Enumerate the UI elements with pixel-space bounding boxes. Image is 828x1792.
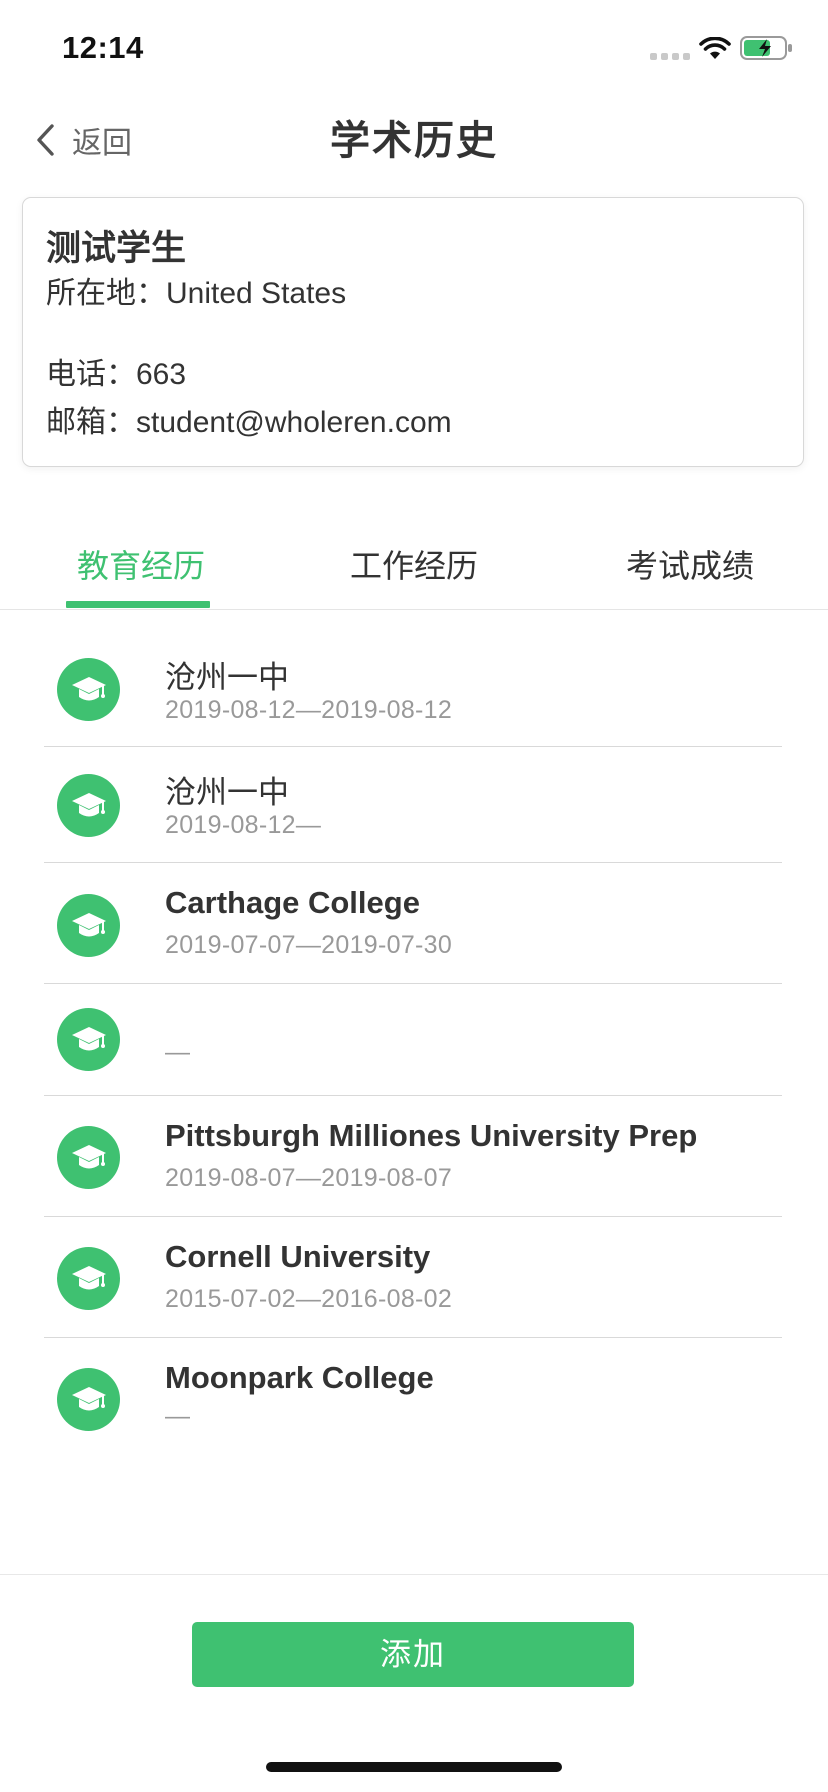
page-title: 学术历史 (330, 119, 498, 163)
add-button[interactable]: 添加 (192, 1622, 634, 1687)
date-range: 2019-08-12— (165, 811, 322, 839)
institution-name: Carthage College (165, 885, 420, 920)
date-range: 2019-08-12—2019-08-12 (165, 696, 453, 724)
date-range: 2015-07-02—2016-08-02 (165, 1285, 453, 1313)
bottom-divider (0, 1574, 828, 1575)
tab-exams[interactable]: 考试成绩 (626, 541, 754, 587)
student-location: 所在地：United States (46, 277, 347, 310)
graduation-cap-icon (57, 1368, 120, 1431)
date-range: 2019-08-07—2019-08-07 (165, 1164, 453, 1192)
tab-work[interactable]: 工作经历 (350, 541, 478, 587)
graduation-cap-icon (57, 894, 120, 957)
graduation-cap-icon (57, 1247, 120, 1310)
student-name: 测试学生 (46, 229, 187, 268)
list-item[interactable]: — (44, 984, 782, 1096)
date-range: — (165, 1038, 191, 1066)
battery-icon (740, 36, 792, 60)
institution-name: 沧州一中 (165, 775, 289, 810)
institution-name: Moonpark College (165, 1360, 434, 1395)
date-range: 2019-07-07—2019-07-30 (165, 931, 453, 959)
graduation-cap-icon (57, 1008, 120, 1071)
list-item[interactable]: Pittsburgh Milliones University Prep 201… (44, 1096, 782, 1217)
list-item[interactable]: 沧州一中 2019-08-12—2019-08-12 (44, 612, 782, 747)
student-phone: 电话：663 (46, 358, 187, 391)
graduation-cap-icon (57, 774, 120, 837)
list-item[interactable]: Carthage College 2019-07-07—2019-07-30 (44, 863, 782, 984)
list-item[interactable]: Cornell University 2015-07-02—2016-08-02 (44, 1217, 782, 1338)
tab-education[interactable]: 教育经历 (77, 541, 205, 587)
cellular-signal-icon (650, 53, 690, 61)
institution-name: Pittsburgh Milliones University Prep (165, 1118, 698, 1153)
status-time: 12:14 (62, 30, 144, 65)
graduation-cap-icon (57, 658, 120, 721)
student-email: 邮箱：student@wholeren.com (46, 406, 452, 439)
graduation-cap-icon (57, 1126, 120, 1189)
wifi-icon (699, 37, 731, 59)
active-tab-indicator (66, 601, 210, 608)
status-bar: 12:14 (0, 0, 828, 96)
history-tabs: 教育经历 工作经历 考试成绩 (0, 505, 828, 610)
navigation-bar: 返回 学术历史 (0, 96, 828, 188)
date-range: — (165, 1402, 191, 1430)
list-item[interactable]: Moonpark College — (44, 1338, 782, 1459)
student-profile-card: 测试学生 所在地：United States 电话：663 邮箱：student… (22, 197, 804, 467)
institution-name: 沧州一中 (165, 660, 289, 695)
list-item[interactable]: 沧州一中 2019-08-12— (44, 747, 782, 863)
institution-name: Cornell University (165, 1239, 431, 1274)
home-indicator (266, 1762, 562, 1772)
